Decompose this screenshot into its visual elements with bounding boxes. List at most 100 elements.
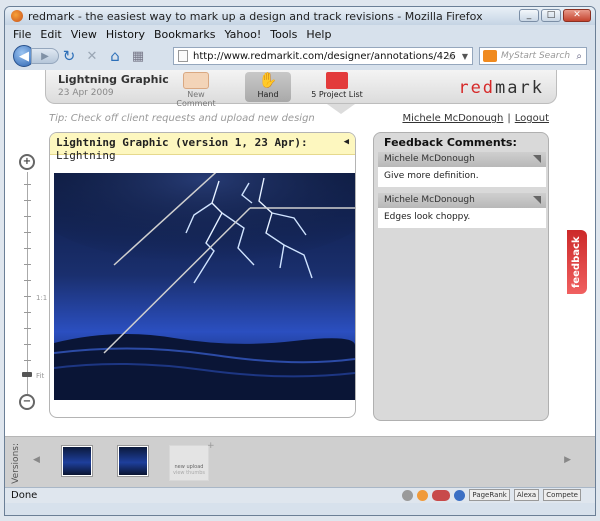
comment-author: Michele McDonough (378, 193, 546, 208)
design-canvas[interactable] (54, 173, 355, 400)
feedback-heading: Feedback Comments: (384, 136, 517, 149)
ocean-shape (54, 334, 355, 400)
close-button[interactable]: ✕ (563, 9, 591, 22)
home-icon[interactable]: ⌂ (105, 46, 125, 66)
stop-icon[interactable]: ✕ (82, 46, 102, 66)
compete-widget[interactable]: Compete (543, 489, 581, 501)
add-version-icon[interactable]: + (207, 441, 215, 451)
project-title: Lightning Graphic (58, 73, 169, 86)
version-thumbnail[interactable] (61, 445, 93, 477)
project-date: 23 Apr 2009 (58, 88, 114, 98)
feedback-tab[interactable]: feedback (567, 230, 587, 294)
header-pointer (327, 104, 355, 114)
menu-bookmarks[interactable]: Bookmarks (154, 28, 215, 41)
globe-icon[interactable] (454, 489, 466, 501)
firefox-status-icon[interactable] (417, 489, 429, 501)
zoom-tick (24, 248, 31, 249)
design-header: Lightning Graphic (version 1, 23 Apr): L… (50, 133, 355, 162)
maximize-button[interactable]: □ (541, 9, 561, 22)
zoom-tick (24, 184, 31, 185)
window-controls: _ □ ✕ (519, 9, 591, 22)
zoom-tick (24, 216, 31, 217)
comment-text: Edges look choppy. (378, 208, 546, 228)
new-upload-button[interactable]: new upload view thumbs (169, 445, 209, 481)
zoom-tick (24, 280, 31, 281)
comment-corner-icon[interactable] (533, 155, 541, 163)
window-title: redmark - the easiest way to mark up a d… (28, 9, 483, 23)
zoom-tick (24, 328, 31, 329)
version-thumbnail[interactable] (117, 445, 149, 477)
hand-label: Hand (257, 90, 279, 99)
zoom-in-icon[interactable]: + (19, 154, 35, 170)
design-heading: Lightning Graphic (version 1, 23 Apr): (56, 136, 308, 149)
project-list-label: Project List (318, 90, 363, 99)
versions-prev-icon[interactable]: ◀ (33, 455, 40, 465)
feedback-comment[interactable]: Michele McDonough Edges look choppy. (378, 193, 546, 228)
reload-icon[interactable]: ↻ (59, 46, 79, 66)
menu-tools[interactable]: Tools (270, 28, 297, 41)
menu-yahoo[interactable]: Yahoo! (224, 28, 261, 41)
addon-icon[interactable] (402, 489, 414, 501)
collapse-arrow-icon[interactable]: ◀ (344, 137, 349, 147)
search-engine-icon[interactable] (483, 50, 497, 62)
comment-corner-icon[interactable] (533, 196, 541, 204)
redmark-logo[interactable]: redmark (458, 78, 544, 98)
search-icon[interactable]: ⌕ (576, 51, 582, 62)
browser-window: redmark - the easiest way to mark up a d… (4, 6, 596, 516)
thumbnail-image (119, 447, 147, 475)
zoom-thumb[interactable] (22, 372, 32, 377)
forward-button[interactable]: ▶ (31, 48, 59, 64)
user-name-link[interactable]: Michele McDonough (402, 113, 503, 124)
url-text: http://www.redmarkit.com/designer/annota… (193, 50, 456, 62)
url-dropdown-icon[interactable]: ▼ (462, 52, 468, 61)
tip-text: Tip: Check off client requests and uploa… (49, 113, 315, 124)
status-icons: PageRank Alexa Compete (402, 489, 581, 501)
menu-history[interactable]: History (106, 28, 145, 41)
menu-edit[interactable]: Edit (40, 28, 61, 41)
versions-label: Versions: (11, 443, 21, 484)
status-text: Done (11, 490, 38, 501)
menu-view[interactable]: View (71, 28, 97, 41)
comment-icon (183, 72, 209, 89)
pagerank-widget[interactable]: PageRank (469, 489, 510, 501)
search-box[interactable]: MyStart Search ⌕ (479, 47, 587, 65)
versions-strip: Versions: ◀ new upload view thumbs + ▶ (5, 436, 595, 487)
zoom-slider[interactable]: + 1:1 Fit − (19, 154, 47, 410)
hand-tool-button[interactable]: ✋ Hand (245, 72, 291, 102)
feedback-comment[interactable]: Michele McDonough Give more definition. (378, 152, 546, 187)
page-icon (178, 50, 188, 62)
navigation-toolbar: ◀ ▶ ↻ ✕ ⌂ ▦ http://www.redmarkit.com/des… (5, 43, 595, 69)
zoom-tick (24, 360, 31, 361)
minimize-button[interactable]: _ (519, 9, 539, 22)
comment-author: Michele McDonough (378, 152, 546, 167)
new-upload-sublabel: view thumbs (172, 470, 206, 476)
storm-cloud (54, 173, 355, 263)
zoom-tick (24, 264, 31, 265)
menu-file[interactable]: File (13, 28, 31, 41)
new-comment-button[interactable]: New Comment (171, 72, 221, 108)
menu-help[interactable]: Help (306, 28, 331, 41)
title-bar: redmark - the easiest way to mark up a d… (5, 7, 595, 25)
project-list-icon (326, 72, 348, 89)
zoom-tick (24, 312, 31, 313)
extension-icon[interactable] (432, 489, 451, 501)
project-list-button[interactable]: 5 Project List (305, 72, 369, 99)
feedback-panel: Feedback Comments: Michele McDonough Giv… (373, 132, 549, 421)
design-panel: Lightning Graphic (version 1, 23 Apr): L… (49, 132, 356, 418)
hand-icon: ✋ (258, 71, 278, 89)
logout-link[interactable]: Logout (515, 113, 549, 124)
firefox-icon (11, 10, 23, 22)
zoom-tick (24, 296, 31, 297)
search-placeholder: MyStart Search (501, 51, 571, 61)
versions-next-icon[interactable]: ▶ (564, 455, 571, 465)
alexa-widget[interactable]: Alexa (513, 489, 540, 501)
project-count: 5 (311, 90, 317, 99)
address-bar[interactable]: http://www.redmarkit.com/designer/annota… (173, 47, 473, 65)
bookmark-star-icon[interactable]: ☆ (446, 50, 456, 63)
status-bar: Done PageRank Alexa Compete (5, 487, 595, 503)
zoom-tick (24, 344, 31, 345)
zoom-out-icon[interactable]: − (19, 394, 35, 410)
addon-icon[interactable]: ▦ (128, 46, 148, 66)
design-version-name: Lightning (56, 149, 116, 162)
web-page: Lightning Graphic 23 Apr 2009 New Commen… (5, 70, 595, 487)
